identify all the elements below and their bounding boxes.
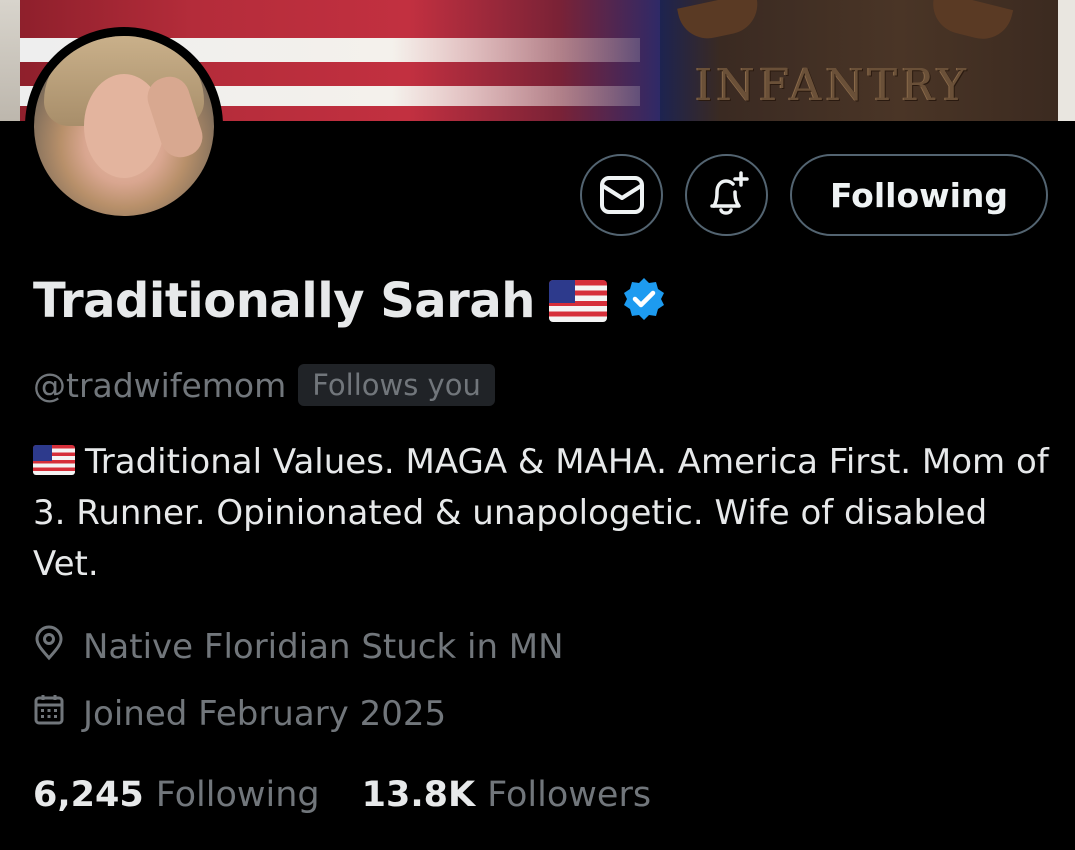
verified-badge-icon[interactable] [621, 276, 667, 326]
message-button[interactable] [580, 154, 663, 236]
location-pin-icon [33, 625, 65, 670]
followers-stat-link[interactable]: 13.8K Followers [362, 775, 651, 815]
notify-button[interactable] [685, 154, 768, 236]
joined-row: Joined February 2025 [33, 689, 446, 739]
bell-plus-icon [702, 170, 752, 220]
handle: @tradwifemom [33, 365, 287, 405]
profile-name-row: Traditionally Sarah [33, 266, 667, 336]
envelope-icon [599, 175, 645, 215]
banner-emblem-text: INFANTRY [695, 60, 971, 111]
avatar-photo [34, 36, 214, 216]
bio: Traditional Values. MAGA & MAHA. America… [33, 437, 1053, 590]
handle-row: @tradwifemom Follows you [33, 360, 495, 410]
following-button[interactable]: Following [790, 154, 1048, 236]
joined-text: Joined February 2025 [83, 694, 447, 734]
banner-edge [0, 0, 20, 121]
followers-count: 13.8K [361, 775, 476, 815]
following-count: 6,245 [33, 775, 144, 815]
us-flag-icon [33, 444, 75, 475]
bio-text: Traditional Values. MAGA & MAHA. America… [33, 442, 1049, 584]
avatar[interactable] [25, 27, 223, 225]
location-row: Native Floridian Stuck in MN [33, 622, 564, 672]
display-name: Traditionally Sarah [33, 273, 535, 329]
location-text: Native Floridian Stuck in MN [83, 627, 564, 667]
banner-edge [1058, 0, 1075, 121]
us-flag-icon [548, 280, 607, 322]
following-stat-link[interactable]: 6,245 Following [33, 775, 320, 815]
following-label: Following [155, 775, 320, 815]
calendar-icon [33, 693, 65, 736]
follow-stats: 6,245 Following 13.8K Followers [33, 768, 693, 822]
followers-label: Followers [487, 775, 652, 815]
follows-you-badge: Follows you [298, 364, 495, 406]
